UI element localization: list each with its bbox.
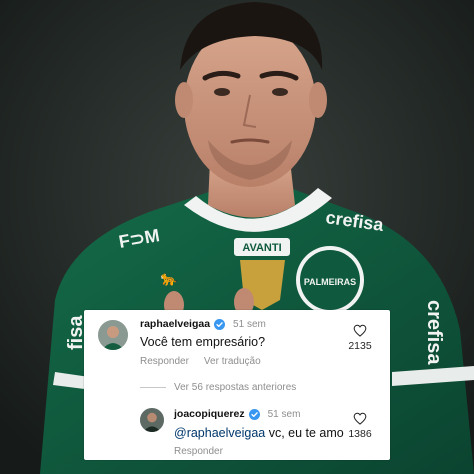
comment-age: 51 sem xyxy=(233,318,266,330)
view-previous-replies-button[interactable]: Ver 56 respostas anteriores xyxy=(140,382,296,393)
view-previous-replies-label: Ver 56 respostas anteriores xyxy=(174,382,297,393)
username[interactable]: joacopiquerez xyxy=(174,408,245,420)
comment-header: raphaelveigaa 51 sem xyxy=(140,318,266,330)
comment-body: vc, eu te amo xyxy=(265,426,344,440)
verified-badge-icon xyxy=(214,318,226,330)
heart-icon[interactable] xyxy=(353,324,367,337)
reply-button[interactable]: Responder xyxy=(140,356,189,367)
comment-card: raphaelveigaa 51 sem Você tem empresário… xyxy=(84,310,390,460)
svg-text:crefisa: crefisa xyxy=(423,300,445,365)
reply-button[interactable]: Responder xyxy=(174,446,223,457)
comment-header: joacopiquerez 51 sem xyxy=(174,408,300,420)
svg-text:PALMEIRAS: PALMEIRAS xyxy=(304,277,356,287)
svg-text:🐆: 🐆 xyxy=(160,270,178,287)
see-translation-button[interactable]: Ver tradução xyxy=(204,356,261,367)
divider xyxy=(140,387,166,388)
verified-badge-icon xyxy=(248,408,260,420)
comment-text: @raphaelveigaa vc, eu te amo xyxy=(174,426,344,440)
comment-actions: Responder xyxy=(174,446,223,457)
heart-icon[interactable] xyxy=(353,412,367,425)
avatar[interactable] xyxy=(140,408,164,432)
comment-age: 51 sem xyxy=(267,408,301,420)
username[interactable]: raphaelveigaa xyxy=(140,318,210,330)
avatar[interactable] xyxy=(98,320,128,350)
post-image: AVANTI PALMEIRAS crefisa F⊃M crefisa fis… xyxy=(0,0,474,474)
like-count: 2135 xyxy=(348,340,372,352)
like-count: 1386 xyxy=(348,428,372,440)
svg-text:AVANTI: AVANTI xyxy=(242,242,281,254)
like-control: 1386 xyxy=(342,412,378,440)
mention-link[interactable]: @raphaelveigaa xyxy=(174,426,265,440)
comment-actions: Responder Ver tradução xyxy=(140,356,261,367)
like-control: 2135 xyxy=(342,324,378,352)
comment-text: Você tem empresário? xyxy=(140,335,266,349)
